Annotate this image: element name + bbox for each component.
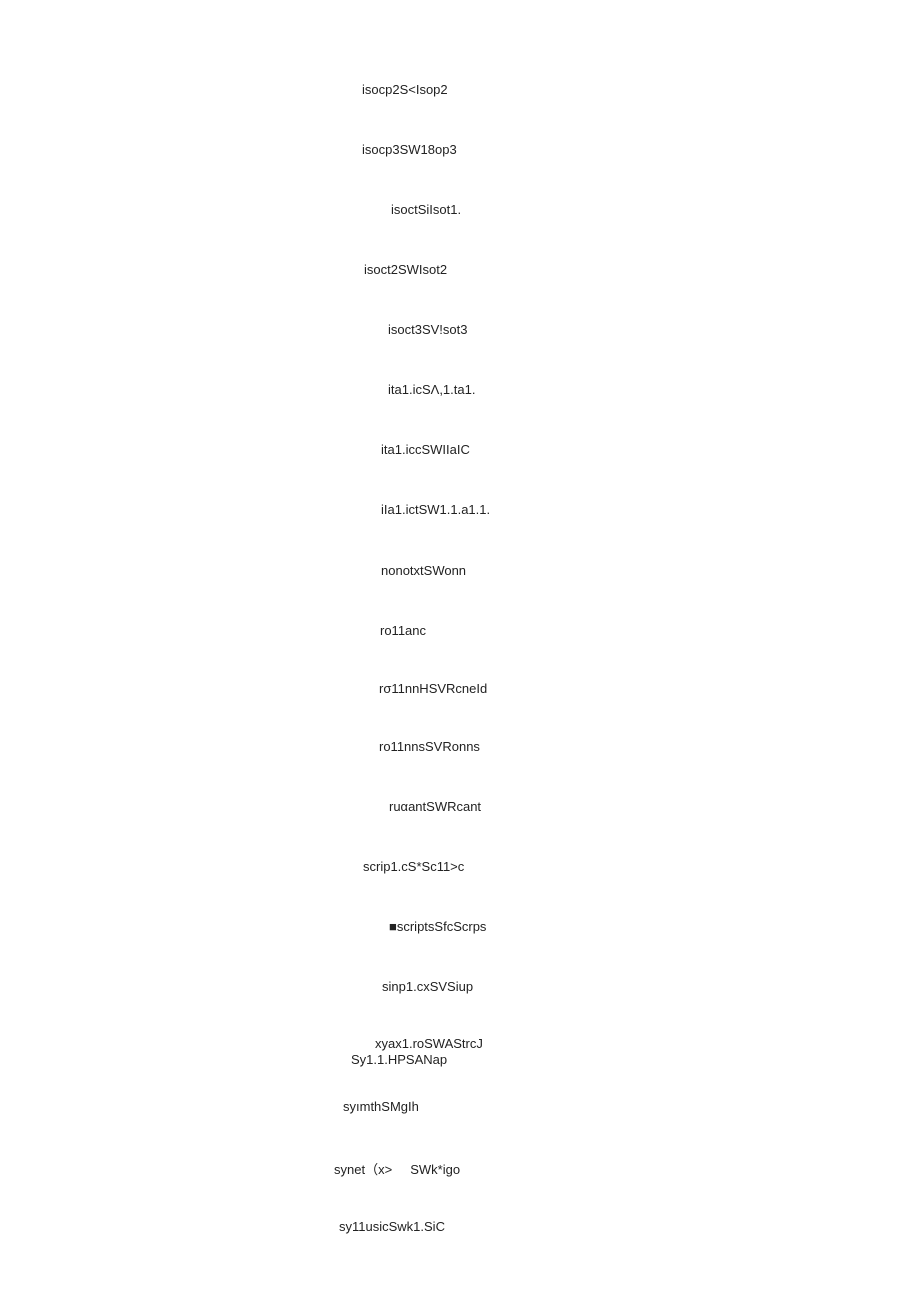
text-line-9: ro11anc bbox=[380, 623, 426, 638]
text-line-5: ita1.icSΛ,1.ta1. bbox=[388, 382, 475, 397]
text-line-4: isoct3SV!sot3 bbox=[388, 322, 468, 337]
text-line-1: isocp3SW18op3 bbox=[362, 142, 457, 157]
text-line-14: ■scriptsSfcScrps bbox=[389, 919, 486, 934]
text-line-20: sy11usicSwk1.SiC bbox=[339, 1219, 445, 1234]
text-line-18: syımthSMgIh bbox=[343, 1099, 419, 1114]
text-line-10: rσ11nnHSVRcneId bbox=[379, 681, 487, 696]
text-line-12: ruαantSWRcant bbox=[389, 799, 481, 814]
text-line-7: iIa1.ictSW1.1.a1.1. bbox=[381, 502, 490, 517]
text-line-13: scrip1.cS*Sc11>c bbox=[363, 859, 464, 874]
text-line-16: xyax1.roSWAStrcJ bbox=[375, 1036, 483, 1051]
text-line-6: ita1.iccSWIIaIC bbox=[381, 442, 470, 457]
text-line-2: isoctSiIsot1. bbox=[391, 202, 461, 217]
text-line-3: isoct2SWIsot2 bbox=[364, 262, 447, 277]
text-line-17: Sy1.1.HPSANap bbox=[351, 1052, 447, 1067]
text-line-19: synet（x> SWk*igo bbox=[334, 1159, 460, 1178]
text-line-15: sinp1.cxSVSiup bbox=[382, 979, 473, 994]
text-line-8: nonotxtSWonn bbox=[381, 563, 466, 578]
text-line-11: ro11nnsSVRonns bbox=[379, 739, 480, 754]
text-line-0: isocp2S<Isop2 bbox=[362, 82, 448, 97]
